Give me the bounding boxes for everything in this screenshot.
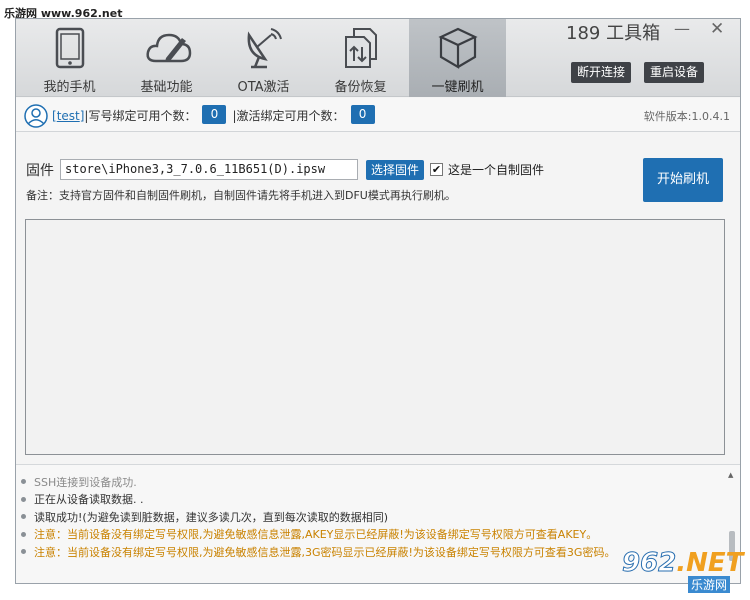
disconnect-button[interactable]: 断开连接 [571, 62, 632, 83]
bullet-icon [21, 549, 26, 555]
custom-firmware-label[interactable]: 这是一个自制固件 [448, 161, 544, 178]
bullet-icon [21, 496, 26, 502]
backup-files-icon [345, 28, 377, 68]
app-title: 189 工具箱 [566, 23, 661, 44]
log-item: 注意：当前设备没有绑定写号权限,为避免敏感信息泄露,3G密码显示已经屏蔽!为该设… [21, 543, 615, 561]
activation-binding-count: 0 [350, 105, 375, 124]
custom-firmware-checkbox[interactable]: ✔ [430, 163, 444, 176]
box-icon [438, 27, 478, 69]
nav-one-click-flash[interactable]: 一键刷机 [409, 19, 506, 97]
firmware-row: 固件 store\iPhone3,3_7.0.6_11B651(D).ipsw … [26, 159, 544, 180]
log-text: SSH连接到设备成功. [34, 475, 137, 489]
brand-watermark-main: 962.NET [621, 548, 744, 579]
log-item: 正在从设备读取数据. . [21, 491, 615, 509]
phone-icon [55, 27, 85, 69]
nav-label: 备份恢复 [334, 80, 387, 95]
nav-label: OTA激活 [237, 80, 290, 95]
log-item: 读取成功!(为避免读到脏数据，建议多读几次，直到每次读取的数据相同) [21, 508, 615, 526]
choose-firmware-button[interactable]: 选择固件 [366, 159, 425, 180]
nav-label: 基础功能 [140, 80, 193, 95]
close-icon[interactable]: ✕ [710, 19, 724, 39]
status-log-list: SSH连接到设备成功. 正在从设备读取数据. . 读取成功!(为避免读到脏数据，建议… [21, 473, 615, 561]
log-text: 正在从设备读取数据. . [34, 493, 144, 507]
scroll-up-icon[interactable]: ▲ [728, 471, 733, 479]
nav-ota-activation[interactable]: OTA激活 [215, 19, 312, 97]
satellite-dish-icon [247, 28, 282, 69]
bullet-icon [21, 514, 26, 520]
software-version: 软件版本:1.0.4.1 [643, 110, 730, 123]
firmware-note: 备注：支持官方固件和自制固件刷机，自制固件请先将手机进入到DFU模式再执行刷机。 [26, 189, 456, 202]
cloud-pencil-icon [146, 33, 192, 63]
firmware-path-input[interactable]: store\iPhone3,3_7.0.6_11B651(D).ipsw [60, 159, 358, 180]
nav-label: 我的手机 [43, 80, 96, 95]
log-text: 读取成功!(为避免读到脏数据，建议多读几次，直到每次读取的数据相同) [34, 510, 388, 524]
username-link[interactable]: test [57, 109, 80, 123]
log-item: SSH连接到设备成功. [21, 473, 615, 491]
nav-basic-functions[interactable]: 基础功能 [118, 19, 215, 97]
bullet-icon [21, 479, 26, 485]
main-nav: 我的手机 基础功能 OTA激活 备份恢复 一键刷机 [21, 19, 506, 97]
minimize-icon[interactable]: — [674, 19, 690, 38]
activation-binding-label: |激活绑定可用个数： [232, 109, 345, 123]
bullet-icon [21, 531, 26, 537]
brand-watermark-sub: 乐游网 [688, 576, 731, 593]
top-navigation-bar: 我的手机 基础功能 OTA激活 备份恢复 一键刷机 189 工具箱 — ✕ 断开… [16, 19, 740, 97]
brand-watermark: 962.NET 乐游网 [612, 548, 744, 594]
log-text: 注意：当前设备没有绑定写号权限,为避免敏感信息泄露,AKEY显示已经屏蔽!为该设… [34, 528, 598, 542]
account-info-text: [ test ] |写号绑定可用个数： 0 |激活绑定可用个数： 0 [52, 105, 381, 124]
app-window: 我的手机 基础功能 OTA激活 备份恢复 一键刷机 189 工具箱 — ✕ 断开… [15, 18, 741, 584]
nav-backup-restore[interactable]: 备份恢复 [312, 19, 409, 97]
log-item: 注意：当前设备没有绑定写号权限,为避免敏感信息泄露,AKEY显示已经屏蔽!为该设… [21, 526, 615, 544]
nav-my-phone[interactable]: 我的手机 [21, 19, 118, 97]
nav-label: 一键刷机 [431, 80, 484, 95]
account-info-bar: [ test ] |写号绑定可用个数： 0 |激活绑定可用个数： 0 软件版本:… [16, 98, 740, 132]
flash-output-area [25, 219, 725, 455]
reboot-device-button[interactable]: 重启设备 [644, 62, 705, 83]
write-binding-count: 0 [202, 105, 227, 124]
firmware-label: 固件 [26, 162, 54, 179]
start-flash-button[interactable]: 开始刷机 [643, 158, 723, 202]
write-binding-label: |写号绑定可用个数： [84, 109, 197, 123]
user-avatar-icon[interactable] [24, 104, 48, 128]
log-text: 注意：当前设备没有绑定写号权限,为避免敏感信息泄露,3G密码显示已经屏蔽!为该设… [34, 545, 616, 559]
